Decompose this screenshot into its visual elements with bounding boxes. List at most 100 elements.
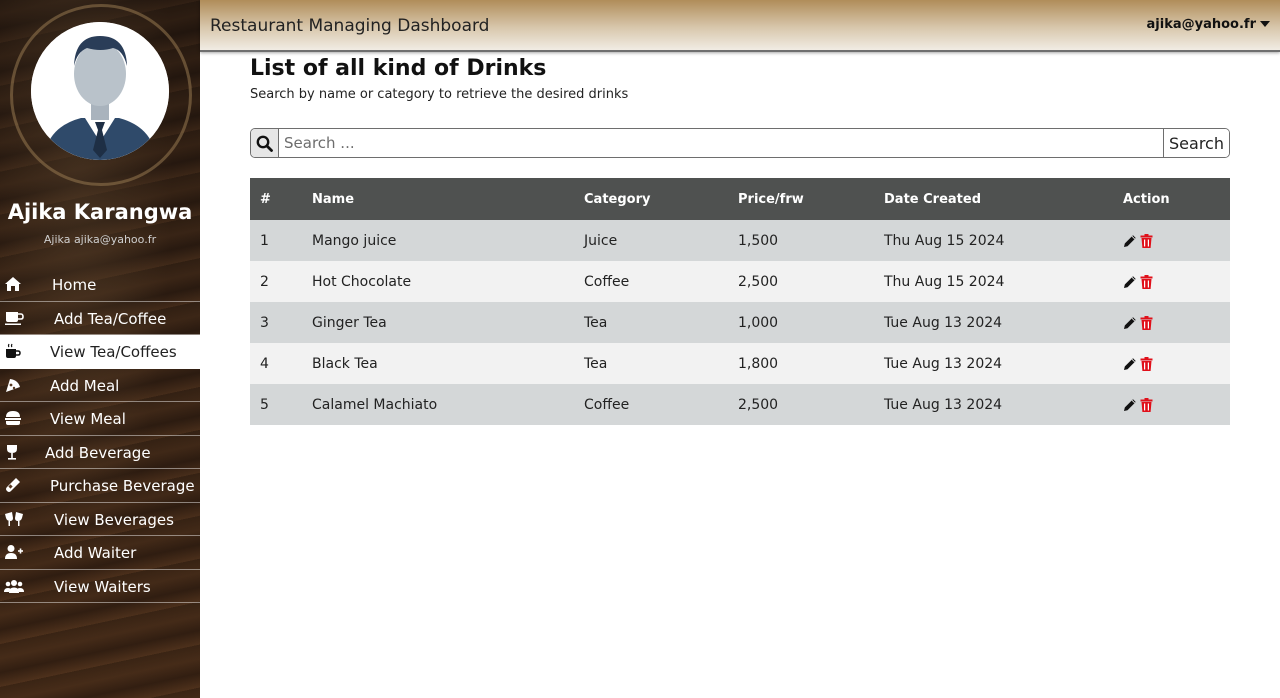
sidebar-item-view-waiters[interactable]: View Waiters: [0, 570, 200, 603]
column-header: Action: [1123, 191, 1170, 207]
action-cell: [1123, 343, 1230, 384]
drink-price: 1,500: [738, 232, 779, 249]
edit-pencil-icon[interactable]: [1123, 234, 1137, 248]
bottle-icon: [4, 477, 24, 495]
sidebar-item-view-beverages[interactable]: View Beverages: [0, 503, 200, 536]
table-row: 1 Mango juice Juice 1,500 Thu Aug 15 202…: [250, 220, 1230, 261]
delete-trash-icon[interactable]: [1140, 356, 1154, 371]
sidebar-item-add-beverage[interactable]: Add Beverage: [0, 436, 200, 469]
edit-pencil-icon[interactable]: [1123, 357, 1137, 371]
drink-date: Tue Aug 13 2024: [884, 355, 1003, 372]
drink-category: Coffee: [584, 273, 630, 290]
sidebar-item-label: Add Tea/Coffee: [54, 309, 167, 328]
sidebar-item-view-tea-coffees[interactable]: View Tea/Coffees: [0, 335, 200, 369]
user-email: ajika@yahoo.fr: [1146, 17, 1256, 32]
drink-category: Tea: [584, 314, 608, 331]
column-header: Date Created: [884, 191, 981, 207]
drink-name: Calamel Machiato: [312, 396, 438, 413]
drink-date: Tue Aug 13 2024: [884, 314, 1003, 331]
table-row: 5 Calamel Machiato Coffee 2,500 Tue Aug …: [250, 384, 1230, 425]
avatar: [31, 22, 169, 160]
drink-date: Thu Aug 15 2024: [884, 232, 1005, 249]
sidebar-item-add-waiter[interactable]: Add Waiter: [0, 536, 200, 570]
delete-trash-icon[interactable]: [1140, 397, 1154, 412]
sidebar-item-add-tea-coffee[interactable]: Add Tea/Coffee: [0, 302, 200, 335]
sidebar-item-label: Add Meal: [50, 376, 120, 395]
drinks-table: # Name Category Price/frw Date Created A…: [250, 178, 1230, 425]
table-row: 2 Hot Chocolate Coffee 2,500 Thu Aug 15 …: [250, 261, 1230, 302]
drink-name: Ginger Tea: [312, 314, 387, 331]
drink-category: Juice: [584, 232, 618, 249]
row-number: 3: [260, 314, 269, 331]
sidebar: Ajika Karangwa Ajika ajika@yahoo.fr Home…: [0, 0, 200, 698]
sidebar-item-label: View Tea/Coffees: [50, 343, 177, 361]
main-content: List of all kind of Drinks Search by nam…: [250, 56, 1230, 425]
sidebar-item-label: Home: [52, 276, 97, 294]
home-icon: [4, 276, 24, 294]
drink-price: 2,500: [738, 396, 779, 413]
action-cell: [1123, 302, 1230, 343]
users-icon: [4, 578, 24, 596]
drink-category: Tea: [584, 355, 608, 372]
sidebar-item-label: Purchase Beverage: [50, 477, 195, 495]
table-row: 3 Ginger Tea Tea 1,000 Tue Aug 13 2024: [250, 302, 1230, 343]
user-menu[interactable]: ajika@yahoo.fr: [1147, 17, 1270, 32]
page-subtitle: Search by name or category to retrieve t…: [250, 87, 629, 102]
table-row: 4 Black Tea Tea 1,800 Tue Aug 13 2024: [250, 343, 1230, 384]
drink-price: 2,500: [738, 273, 779, 290]
drink-date: Tue Aug 13 2024: [884, 396, 1003, 413]
pizza-slice-icon: [4, 377, 24, 395]
delete-trash-icon[interactable]: [1140, 274, 1154, 289]
row-number: 5: [260, 396, 269, 413]
top-header: Restaurant Managing Dashboard ajika@yaho…: [200, 0, 1280, 52]
drink-name: Mango juice: [312, 232, 397, 249]
sidebar-item-purchase-beverage[interactable]: Purchase Beverage: [0, 469, 200, 503]
sidebar-item-label: View Beverages: [54, 510, 174, 529]
drink-name: Black Tea: [312, 355, 378, 372]
column-header: Price/frw: [738, 191, 804, 207]
user-plus-icon: [4, 544, 24, 562]
sidebar-item-view-meal[interactable]: View Meal: [0, 402, 200, 436]
cup-icon: [4, 310, 24, 328]
action-cell: [1123, 384, 1230, 425]
search-input[interactable]: [279, 129, 1163, 157]
drink-price: 1,800: [738, 355, 779, 372]
sidebar-nav: Home Add Tea/Coffee View Tea/Coffees Add…: [0, 268, 200, 603]
sidebar-item-label: Add Beverage: [45, 443, 151, 462]
drink-price: 1,000: [738, 314, 779, 331]
column-header: #: [260, 191, 271, 207]
burger-icon: [4, 410, 24, 428]
table-header-row: # Name Category Price/frw Date Created A…: [250, 178, 1230, 220]
drink-category: Coffee: [584, 396, 630, 413]
row-number: 2: [260, 273, 269, 290]
column-header: Category: [584, 191, 651, 207]
search-button[interactable]: Search: [1163, 129, 1229, 157]
glass-cheers-icon: [4, 511, 24, 529]
caret-down-icon: [1260, 17, 1270, 32]
sidebar-item-label: View Meal: [50, 410, 126, 428]
search-bar: Search: [250, 128, 1230, 158]
delete-trash-icon[interactable]: [1140, 233, 1154, 248]
sidebar-item-label: Add Waiter: [54, 544, 137, 562]
wine-glass-icon: [4, 444, 24, 462]
drink-date: Thu Aug 15 2024: [884, 273, 1005, 290]
page-title: List of all kind of Drinks: [250, 56, 547, 81]
action-cell: [1123, 220, 1230, 261]
profile-email: Ajika ajika@yahoo.fr: [43, 233, 157, 246]
action-cell: [1123, 261, 1230, 302]
app-title: Restaurant Managing Dashboard: [210, 16, 490, 36]
sidebar-item-add-meal[interactable]: Add Meal: [0, 369, 200, 402]
sidebar-item-home[interactable]: Home: [0, 268, 200, 302]
profile-name: Ajika Karangwa: [7, 200, 193, 224]
edit-pencil-icon[interactable]: [1123, 316, 1137, 330]
delete-trash-icon[interactable]: [1140, 315, 1154, 330]
sidebar-item-label: View Waiters: [54, 577, 151, 596]
drink-name: Hot Chocolate: [312, 273, 412, 290]
row-number: 1: [260, 232, 269, 249]
column-header: Name: [312, 191, 355, 207]
edit-pencil-icon[interactable]: [1123, 275, 1137, 289]
mug-hot-icon: [4, 343, 24, 361]
row-number: 4: [260, 355, 269, 372]
edit-pencil-icon[interactable]: [1123, 398, 1137, 412]
search-icon: [251, 129, 279, 157]
